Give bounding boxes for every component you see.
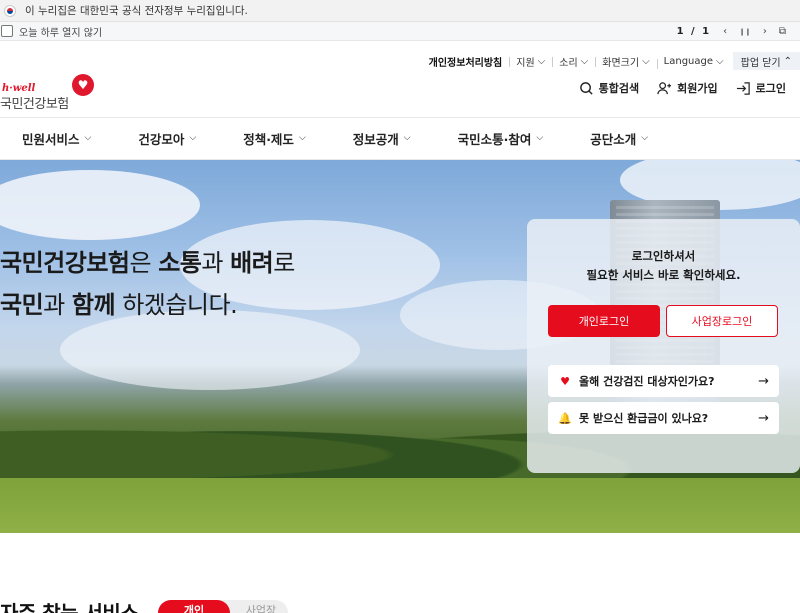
gov-banner: 이 누리집은 대한민국 공식 전자정부 누리집입니다. (0, 0, 800, 22)
sound-menu[interactable]: 소리 ⌵ (552, 54, 595, 69)
signup-button[interactable]: 회원가입 (657, 80, 718, 96)
chevron-down-icon: ⌵ (189, 132, 197, 143)
nav-health-moa[interactable]: 건강모아 ⌵ (138, 129, 196, 148)
main-nav: 민원서비스 ⌵ 건강모아 ⌵ 정책·제도 ⌵ 정보공개 ⌵ 국민소통·참여 ⌵ 공단소개 ⌵ (0, 117, 800, 160)
chevron-down-icon: ⌵ (716, 55, 724, 67)
tab-business[interactable]: 사업장 (236, 600, 286, 613)
chevron-down-icon: ⌵ (84, 132, 92, 143)
nav-civil-service[interactable]: 민원서비스 ⌵ (22, 129, 91, 148)
tab-personal[interactable]: 개인 (158, 600, 230, 613)
hero-banner: 국민건강보험은 소통과 배려로 국민과 함께 하겠습니다. 로그인하셔서 필요한… (0, 160, 800, 533)
support-menu[interactable]: 지원 ⌵ (509, 54, 552, 69)
refund-link[interactable]: 🔔 못 받으신 환급금이 있나요? → (548, 402, 779, 434)
user-plus-icon (657, 81, 672, 94)
popup-bar: 오늘 하루 열지 않기 1 / 1 ‹ ❙❙ › ⧉ (0, 22, 800, 41)
chevron-down-icon: ⌵ (641, 132, 649, 143)
close-popup-button[interactable]: 팝업 닫기 ⌃ (732, 52, 800, 70)
login-panel: 로그인하셔서 필요한 서비스 바로 확인하세요. 개인로그인 사업장로그인 ♥ … (527, 219, 800, 473)
hero-cloud (0, 170, 200, 240)
heart-icon: ♥ (560, 374, 570, 388)
language-menu[interactable]: Language ⌵ (656, 55, 731, 69)
privacy-policy-link[interactable]: 개인정보처리방침 (422, 54, 510, 69)
chevron-down-icon: ⌵ (298, 132, 306, 143)
utility-nav: 개인정보처리방침 지원 ⌵ 소리 ⌵ 화면크기 ⌵ Language ⌵ 팝업 닫기 ⌃ (422, 52, 800, 70)
health-checkup-link[interactable]: ♥ 올해 건강검진 대상자인가요? → (548, 365, 779, 397)
next-popup-button[interactable]: › (763, 26, 767, 37)
logo-name: 국민건강보험 (0, 97, 69, 112)
popup-window-icon[interactable]: ⧉ (779, 26, 786, 37)
header-actions: 통합검색 회원가입 로그인 (579, 80, 786, 96)
chevron-down-icon: ⌵ (537, 55, 546, 67)
heart-icon: ♥ (72, 74, 94, 96)
chevron-down-icon: ⌵ (403, 132, 411, 143)
popup-page-indicator: 1 / 1 (676, 26, 712, 37)
popup-pager: 1 / 1 ‹ ❙❙ › ⧉ (677, 22, 786, 41)
gov-banner-text: 이 누리집은 대한민국 공식 전자정부 누리집입니다. (25, 5, 248, 17)
search-button[interactable]: 통합검색 (579, 80, 639, 96)
search-icon (579, 81, 593, 95)
chevron-up-icon: ⌃ (783, 55, 792, 67)
prev-popup-button[interactable]: ‹ (723, 26, 727, 37)
nav-info-disclosure[interactable]: 정보공개 ⌵ (353, 129, 411, 148)
site-logo[interactable]: h·well 국민건강보험 ♥ (0, 72, 110, 112)
hero-headline: 국민건강보험은 소통과 배려로 국민과 함께 하겠습니다. (0, 249, 295, 319)
arrow-right-icon: → (758, 410, 769, 426)
business-login-button[interactable]: 사업장로그인 (666, 305, 778, 337)
nav-policy[interactable]: 정책·제도 ⌵ (243, 129, 306, 148)
hero-lawn (0, 478, 800, 533)
screen-size-menu[interactable]: 화면크기 ⌵ (595, 54, 656, 69)
frequent-services-title: 자주 찾는 서비스 (0, 601, 139, 613)
pause-popup-button[interactable]: ❙❙ (739, 28, 751, 36)
nav-about[interactable]: 공단소개 ⌵ (590, 129, 648, 148)
personal-login-button[interactable]: 개인로그인 (548, 305, 660, 337)
frequent-services-tabs: 개인 사업장 (158, 600, 288, 613)
login-prompt: 로그인하셔서 필요한 서비스 바로 확인하세요. (586, 249, 741, 282)
dont-show-today-label[interactable]: 오늘 하루 열지 않기 (19, 24, 102, 39)
nav-participation[interactable]: 국민소통·참여 ⌵ (458, 129, 544, 148)
dont-show-today-checkbox[interactable] (1, 25, 13, 37)
korea-flag-icon (4, 4, 16, 17)
chevron-down-icon: ⌵ (642, 55, 650, 67)
login-button[interactable]: 로그인 (736, 80, 786, 96)
bell-icon: 🔔 (558, 411, 572, 425)
chevron-down-icon: ⌵ (580, 55, 589, 67)
arrow-right-icon: → (758, 373, 769, 389)
login-icon (736, 81, 750, 95)
chevron-down-icon: ⌵ (536, 132, 544, 143)
